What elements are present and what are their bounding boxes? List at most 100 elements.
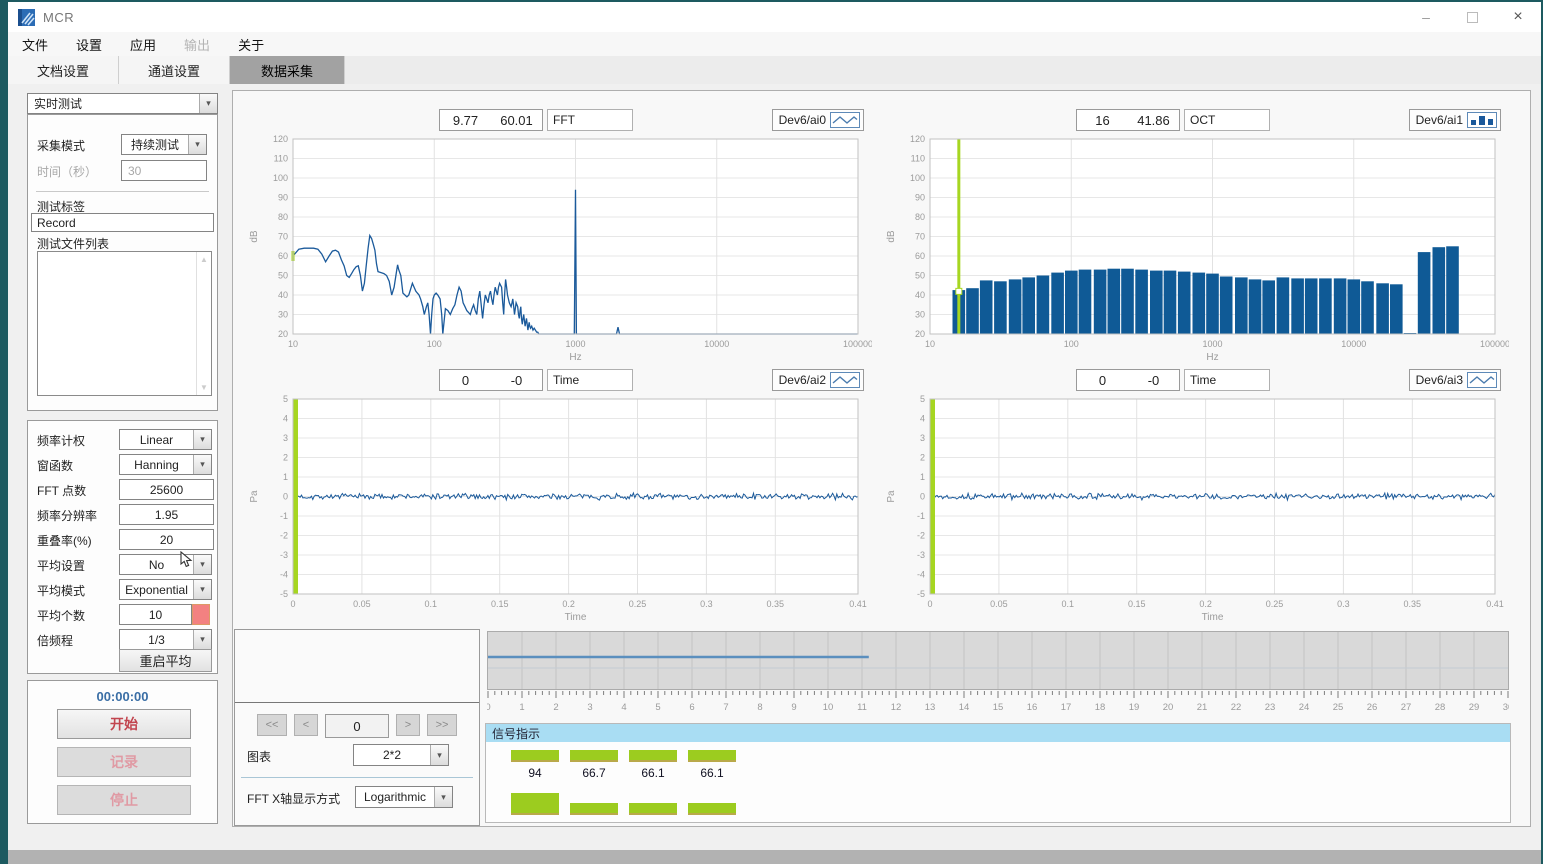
svg-text:4: 4 (283, 414, 288, 424)
channel-selector[interactable]: Dev6/ai2 (772, 369, 864, 391)
param-label: 频率分辨率 (37, 507, 97, 524)
chart-type-field[interactable]: Time (1184, 369, 1270, 391)
acq-mode-select[interactable]: 持续测试 ▾ (121, 134, 207, 155)
param-input[interactable]: 1.95 (119, 504, 214, 525)
test-file-listbox[interactable]: ▲ ▼ (37, 251, 212, 396)
listbox-scrollbar[interactable]: ▲ ▼ (196, 252, 211, 395)
close-button[interactable]: × (1495, 2, 1541, 32)
svg-text:-1: -1 (280, 511, 288, 521)
fft-plot[interactable]: 2030405060708090100110120101001000100001… (247, 133, 872, 362)
tab-strip: 文档设置 通道设置 数据采集 (8, 56, 1541, 84)
svg-text:100000: 100000 (843, 339, 872, 349)
menu-item-settings[interactable]: 设置 (62, 35, 116, 54)
fft-xaxis-select[interactable]: Logarithmic ▾ (355, 786, 453, 808)
signal-channel-peak (629, 803, 677, 815)
signal-channel-peak (688, 803, 736, 815)
param-select[interactable]: Hanning▾ (119, 454, 212, 475)
svg-text:120: 120 (273, 134, 288, 144)
param-input[interactable]: 20 (119, 529, 214, 550)
record-button[interactable]: 记录 (57, 747, 191, 777)
signal-peak-bar (570, 803, 618, 815)
svg-text:5: 5 (283, 394, 288, 404)
time-plot[interactable]: -5-4-3-2-101234500.050.10.150.20.250.30.… (247, 393, 872, 622)
svg-text:110: 110 (274, 154, 288, 164)
param-input[interactable]: 25600 (119, 479, 214, 500)
svg-text:3: 3 (920, 433, 925, 443)
last-page-button[interactable]: >> (427, 714, 457, 736)
svg-text:70: 70 (915, 232, 925, 242)
svg-text:14: 14 (959, 702, 970, 713)
scroll-down-icon[interactable]: ▼ (200, 383, 208, 392)
svg-text:0.15: 0.15 (491, 599, 509, 609)
menu-item-file[interactable]: 文件 (8, 35, 62, 54)
time-label: 时间（秒） (37, 163, 97, 180)
prev-page-button[interactable]: < (294, 714, 318, 736)
param-label: 平均个数 (37, 607, 85, 624)
record-timeline[interactable]: 0123456789101112131415161718192021222324… (487, 631, 1509, 715)
signal-channel-peak (511, 793, 559, 815)
page-number-field[interactable]: 0 (325, 714, 389, 738)
svg-text:60: 60 (278, 251, 288, 261)
channel-selector[interactable]: Dev6/ai3 (1409, 369, 1501, 391)
chart-type-field[interactable]: FFT (547, 109, 633, 131)
cursor-readout: 1641.86 (1076, 109, 1180, 131)
signal-channel: 94 (511, 750, 559, 780)
next-page-button[interactable]: > (396, 714, 420, 736)
svg-text:-5: -5 (917, 589, 925, 599)
time-plot[interactable]: -5-4-3-2-101234500.050.10.150.20.250.30.… (884, 393, 1509, 622)
svg-text:100: 100 (427, 339, 442, 349)
svg-text:4: 4 (621, 702, 626, 713)
svg-text:13: 13 (925, 702, 936, 713)
param-label: 平均模式 (37, 582, 85, 599)
chart-cell-oct: 1641.86 OCT Dev6/ai1 2030405060708090100… (884, 109, 1509, 362)
param-select[interactable]: No▾ (119, 554, 212, 575)
svg-text:40: 40 (278, 290, 288, 300)
svg-text:8: 8 (757, 702, 762, 713)
svg-text:20: 20 (278, 329, 288, 339)
restart-average-button[interactable]: 重启平均 (119, 649, 212, 672)
param-input[interactable]: 10 (119, 604, 192, 625)
svg-text:80: 80 (915, 212, 925, 222)
scroll-up-icon[interactable]: ▲ (200, 255, 208, 264)
svg-text:0.2: 0.2 (562, 599, 575, 609)
chart-type-field[interactable]: OCT (1184, 109, 1270, 131)
fft-xaxis-label: FFT X轴显示方式 (247, 790, 340, 807)
param-label: 重叠率(%) (37, 532, 92, 549)
menu-item-about[interactable]: 关于 (224, 35, 278, 54)
start-button[interactable]: 开始 (57, 709, 191, 739)
channel-selector[interactable]: Dev6/ai0 (772, 109, 864, 131)
svg-text:-3: -3 (917, 550, 925, 560)
svg-text:120: 120 (910, 134, 925, 144)
svg-text:Time: Time (1202, 612, 1224, 622)
menu-item-apply[interactable]: 应用 (116, 35, 170, 54)
tab-data-acquisition[interactable]: 数据采集 (230, 56, 345, 84)
param-select[interactable]: Exponential▾ (119, 579, 212, 600)
svg-text:0: 0 (290, 599, 295, 609)
content-area: 实时测试 ▾ 采集模式 持续测试 ▾ 时间（秒） 30 测试标签 Record … (8, 84, 1541, 850)
window-titlebar: MCR – × (8, 2, 1541, 32)
chart-layout-select[interactable]: 2*2 ▾ (353, 744, 449, 766)
svg-text:0.25: 0.25 (1266, 599, 1284, 609)
param-select[interactable]: Linear▾ (119, 429, 212, 450)
signal-level-value: 66.7 (570, 766, 618, 780)
chart-cell-fft: 9.7760.01 FFT Dev6/ai0 20304050607080901… (247, 109, 872, 362)
invalid-flag (192, 604, 210, 625)
tab-document-settings[interactable]: 文档设置 (8, 56, 119, 84)
channel-selector[interactable]: Dev6/ai1 (1409, 109, 1501, 131)
test-mode-select[interactable]: 实时测试 ▾ (27, 93, 218, 114)
chart-type-field[interactable]: Time (547, 369, 633, 391)
stop-button[interactable]: 停止 (57, 785, 191, 815)
chevron-down-icon: ▾ (193, 630, 211, 649)
param-select[interactable]: 1/3▾ (119, 629, 212, 650)
svg-text:dB: dB (886, 230, 897, 243)
oct-plot[interactable]: 2030405060708090100110120101001000100001… (884, 133, 1509, 362)
menubar: 文件 设置 应用 输出 关于 (8, 32, 1541, 56)
minimize-button[interactable]: – (1403, 2, 1449, 32)
maximize-button[interactable] (1449, 2, 1495, 32)
record-input[interactable]: Record (31, 213, 214, 232)
page-navigation: << < 0 > >> (235, 714, 479, 738)
svg-text:1000: 1000 (1202, 339, 1222, 349)
first-page-button[interactable]: << (257, 714, 287, 736)
svg-text:-3: -3 (280, 550, 288, 560)
tab-channel-settings[interactable]: 通道设置 (119, 56, 230, 84)
